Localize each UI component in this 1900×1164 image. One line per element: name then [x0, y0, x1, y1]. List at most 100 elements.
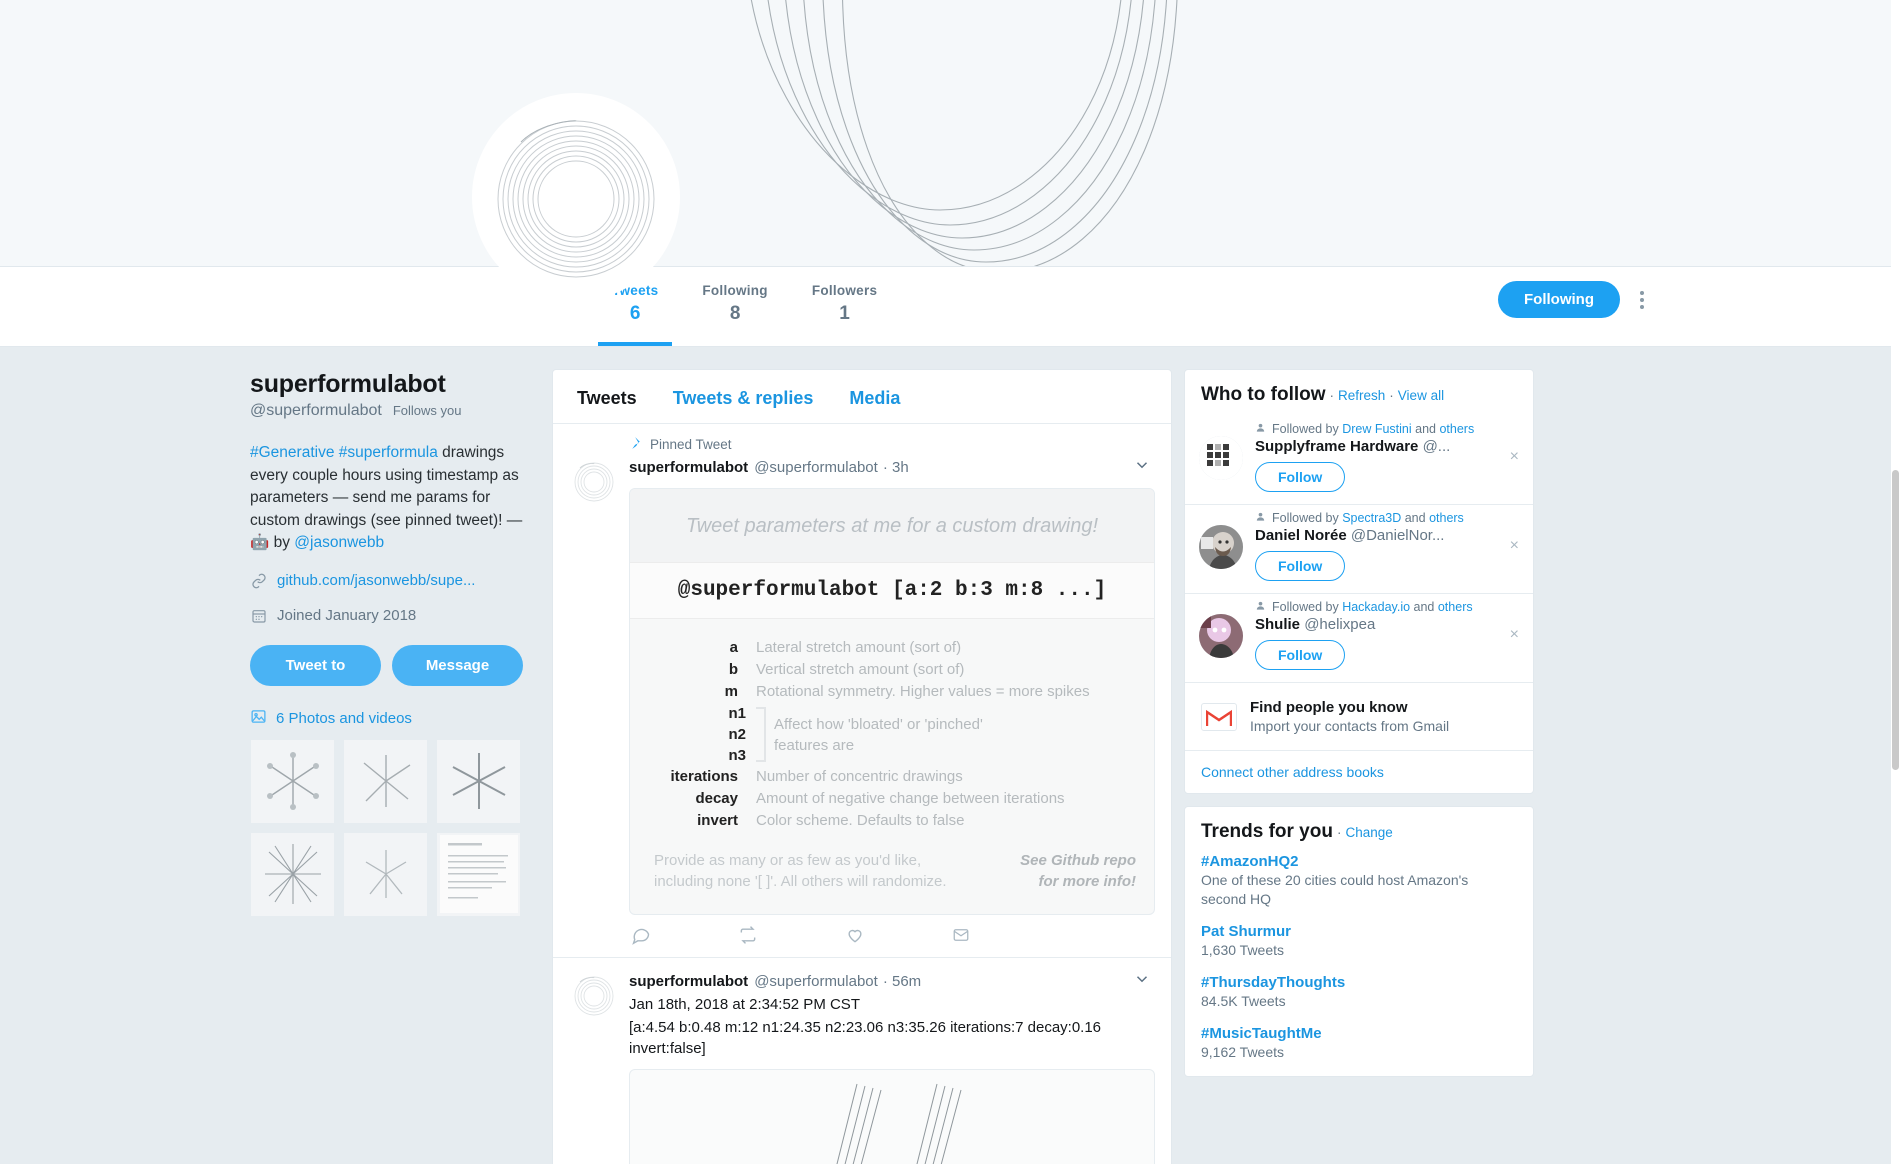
group-desc-line2: features are: [774, 736, 855, 754]
more-vertical-icon[interactable]: [1634, 285, 1650, 315]
avatar[interactable]: [1199, 436, 1243, 480]
bio-author-link[interactable]: @jasonwebb: [294, 534, 384, 551]
suggested-user-handle: @helixpea: [1304, 616, 1376, 633]
retweet-icon[interactable]: [737, 925, 759, 945]
trend-name[interactable]: #AmazonHQ2: [1201, 853, 1517, 870]
param-key-n3: n3: [728, 747, 746, 764]
param-key: b: [728, 661, 738, 678]
follows-you-badge: Follows you: [392, 403, 462, 418]
trend-name[interactable]: Pat Shurmur: [1201, 923, 1517, 940]
trend-item: #ThursdayThoughts 84.5K Tweets: [1185, 974, 1533, 1025]
bio-hashtag-generative[interactable]: #Generative: [250, 444, 334, 461]
profile-banner: [0, 0, 1900, 267]
avatar-generative-art: [497, 120, 655, 278]
tweet-avatar[interactable]: [569, 970, 618, 1019]
context-mid: and: [1411, 422, 1440, 436]
chevron-down-icon[interactable]: [1129, 970, 1155, 992]
context-others-link[interactable]: others: [1439, 422, 1474, 436]
tweet-text-line1: Jan 18th, 2018 at 2:34:52 PM CST: [629, 996, 860, 1013]
suggested-user-name[interactable]: Shulie @helixpea: [1255, 616, 1519, 633]
avatar[interactable]: [1199, 614, 1243, 658]
param-key-n1: n1: [728, 705, 746, 722]
who-to-follow-item: Followed by Spectra3D and others Daniel …: [1185, 505, 1533, 594]
photos-and-videos-label[interactable]: 6 Photos and videos: [276, 710, 412, 727]
message-button[interactable]: Message: [392, 644, 523, 686]
context-user-link[interactable]: Hackaday.io: [1342, 600, 1410, 614]
like-icon[interactable]: [845, 925, 865, 945]
page-scrollbar[interactable]: [1891, 0, 1900, 1164]
photo-thumb[interactable]: [436, 738, 521, 824]
follow-button[interactable]: Follow: [1255, 462, 1346, 492]
stat-following-value: 8: [729, 303, 741, 324]
profile-sidebar: superformulabot @superformulabot Follows…: [250, 369, 540, 917]
profile-joined-row: Joined January 2018: [250, 607, 540, 625]
message-icon[interactable]: [951, 925, 971, 945]
photos-and-videos-header[interactable]: 6 Photos and videos: [250, 708, 540, 729]
stat-followers[interactable]: Followers 1: [790, 267, 899, 346]
param-key: m: [724, 683, 738, 700]
find-people-subtitle: Import your contacts from Gmail: [1250, 718, 1450, 734]
reply-icon[interactable]: [631, 925, 651, 945]
follow-button[interactable]: Follow: [1255, 551, 1346, 581]
tab-tweets-and-replies[interactable]: Tweets & replies: [673, 388, 814, 409]
close-icon[interactable]: ×: [1510, 448, 1519, 466]
tweet-author-name[interactable]: superformulabot: [629, 973, 748, 990]
param-desc: Color scheme. Defaults to false: [756, 812, 965, 829]
following-button[interactable]: Following: [1498, 281, 1620, 318]
follow-context: Followed by Spectra3D and others: [1255, 511, 1519, 525]
param-key: a: [729, 639, 738, 656]
tweet-image[interactable]: [629, 1069, 1155, 1164]
card-parameter-list: a Lateral stretch amount (sort of) b Ver…: [630, 619, 1154, 842]
avatar[interactable]: [1199, 525, 1243, 569]
scrollbar-thumb[interactable]: [1892, 470, 1899, 770]
param-row-a: a Lateral stretch amount (sort of): [636, 637, 1136, 658]
trend-sub: One of these 20 cities could host Amazon…: [1201, 872, 1469, 907]
avatar[interactable]: [472, 93, 680, 301]
photo-grid: [250, 738, 540, 917]
profile-handle: @superformulabot: [250, 402, 382, 419]
follow-button[interactable]: Follow: [1255, 640, 1346, 670]
close-icon[interactable]: ×: [1510, 537, 1519, 555]
tweet-item[interactable]: superformulabot @superformulabot · 56m J…: [553, 958, 1171, 1164]
view-all-link[interactable]: View all: [1398, 388, 1444, 403]
trend-name[interactable]: #ThursdayThoughts: [1201, 974, 1517, 991]
context-user-link[interactable]: Spectra3D: [1342, 511, 1401, 525]
stat-following[interactable]: Following 8: [680, 267, 789, 346]
tab-tweets[interactable]: Tweets: [577, 388, 637, 409]
context-others-link[interactable]: others: [1438, 600, 1473, 614]
context-others-link[interactable]: others: [1429, 511, 1464, 525]
profile-website-link[interactable]: github.com/jasonwebb/supe...: [277, 572, 475, 589]
photo-thumb[interactable]: [343, 831, 428, 917]
pin-icon: [627, 436, 641, 453]
bio-hashtag-superformula[interactable]: #superformula: [339, 444, 438, 461]
tweet-avatar[interactable]: [569, 456, 618, 505]
find-people-you-know[interactable]: Find people you know Import your contact…: [1185, 683, 1533, 751]
close-icon[interactable]: ×: [1510, 626, 1519, 644]
tab-media[interactable]: Media: [849, 388, 900, 409]
suggested-user-handle: @...: [1422, 438, 1451, 455]
footer-right-line1: See Github repo: [1020, 852, 1136, 869]
param-row-decay: decay Amount of negative change between …: [636, 788, 1136, 809]
tweet-pinned[interactable]: Pinned Tweet superformulabot @superformu…: [553, 424, 1171, 958]
trends-title: Trends for you: [1201, 821, 1333, 842]
suggested-user-name[interactable]: Daniel Norée @DanielNor...: [1255, 527, 1519, 544]
connect-address-books-link[interactable]: Connect other address books: [1185, 751, 1533, 793]
photo-thumb[interactable]: [250, 738, 335, 824]
trends-change-link[interactable]: Change: [1345, 825, 1392, 840]
context-user-link[interactable]: Drew Fustini: [1342, 422, 1411, 436]
trend-sub: 9,162 Tweets: [1201, 1044, 1285, 1060]
refresh-link[interactable]: Refresh: [1338, 388, 1385, 403]
trend-name[interactable]: #MusicTaughtMe: [1201, 1025, 1517, 1042]
context-prefix: Followed by: [1272, 511, 1343, 525]
photo-thumb[interactable]: [250, 831, 335, 917]
stat-followers-label: Followers: [811, 283, 878, 298]
who-to-follow-title: Who to follow: [1201, 384, 1326, 405]
suggested-user-name[interactable]: Supplyframe Hardware @...: [1255, 438, 1519, 455]
tweet-author-name[interactable]: superformulabot: [629, 459, 748, 476]
who-to-follow-item: Followed by Hackaday.io and others Shuli…: [1185, 594, 1533, 683]
chevron-down-icon[interactable]: [1129, 456, 1155, 478]
photo-thumb[interactable]: [436, 831, 521, 917]
tweet-to-button[interactable]: Tweet to: [250, 644, 381, 686]
photo-thumb[interactable]: [343, 738, 428, 824]
param-key-n2: n2: [728, 726, 746, 743]
